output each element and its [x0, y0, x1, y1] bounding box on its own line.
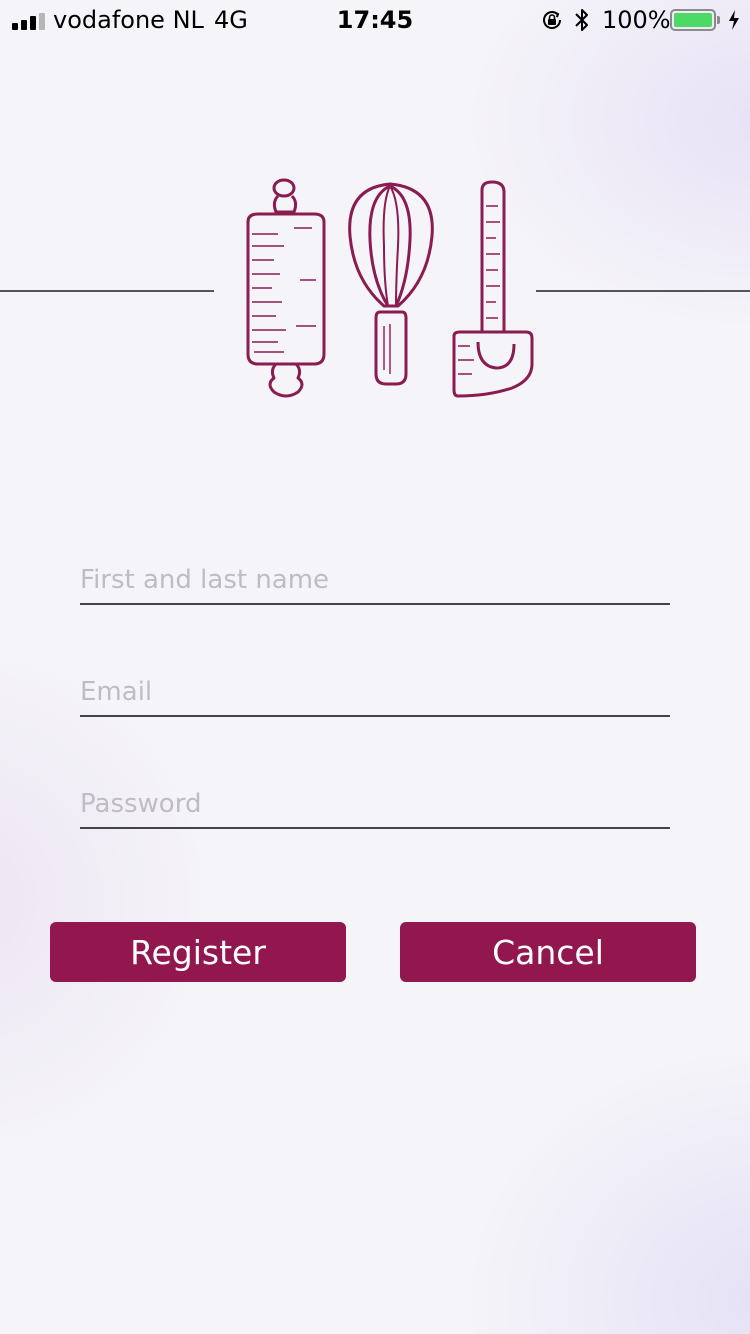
battery-icon: [670, 9, 716, 31]
cancel-button[interactable]: Cancel: [400, 922, 696, 982]
register-button[interactable]: Register: [50, 922, 346, 982]
rolling-pin-icon: [246, 178, 326, 398]
email-field[interactable]: [80, 669, 670, 717]
battery-tip: [717, 16, 720, 24]
spatula-icon: [452, 180, 534, 398]
kitchen-tools-logo: [246, 178, 534, 398]
bluetooth-icon: [575, 9, 588, 31]
battery-level: [674, 13, 712, 27]
divider-left: [0, 290, 214, 292]
password-field[interactable]: [80, 781, 670, 829]
name-field[interactable]: [80, 557, 670, 605]
orientation-lock-icon: [543, 11, 562, 29]
battery-percent: 100%: [602, 6, 671, 34]
divider-right: [536, 290, 750, 292]
charging-icon: [729, 10, 739, 30]
status-bar: vodafone NL 4G 17:45 100%: [0, 0, 750, 40]
whisk-icon: [348, 182, 434, 386]
